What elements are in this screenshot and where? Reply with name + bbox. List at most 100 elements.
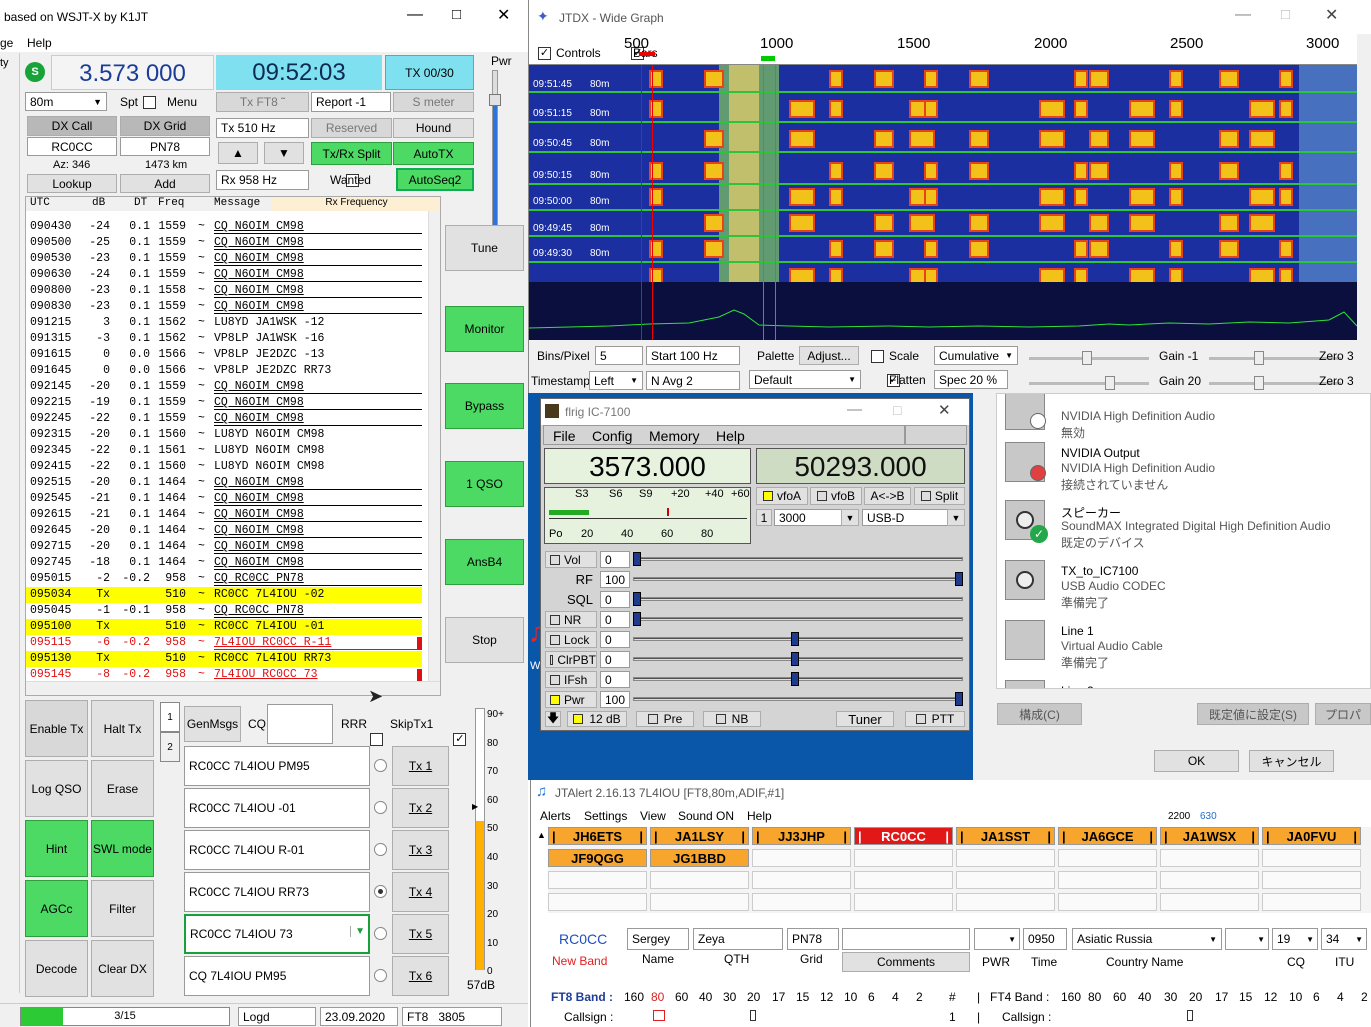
jtalert-menu-help[interactable]: Help [747, 809, 772, 823]
tx-radio-4[interactable] [374, 885, 387, 898]
decode-row[interactable]: 095130 Tx 510 ~ RC0CC 7L4IOU RR73 [26, 651, 422, 667]
country-select[interactable]: Asiatic Russia ▼ [1072, 928, 1222, 950]
decode-row[interactable]: 092145 -20 0.1 1559 ~ CQ N6OIM CM98 [26, 379, 422, 395]
agc-button[interactable]: AGCc [25, 880, 88, 937]
pre-button[interactable]: Pre [636, 711, 694, 727]
itu-zone-select[interactable]: 34 ▼ [1321, 928, 1367, 950]
tx-button-5[interactable]: Tx 5 [392, 914, 449, 954]
slider-thumb[interactable] [633, 592, 641, 606]
autoseq-button[interactable]: AutoSeq2 [396, 168, 474, 191]
configure-button[interactable]: 構成(C) [997, 703, 1082, 725]
minimize-icon[interactable]: — [407, 6, 423, 24]
tx-counter-button[interactable]: TX 00/30 [385, 55, 474, 90]
properties-button[interactable]: プロパ [1315, 703, 1371, 725]
adjust-button[interactable]: Adjust... [799, 346, 859, 365]
gain1-thumb[interactable] [1082, 351, 1092, 365]
device-row[interactable]: NVIDIA Output NVIDIA High Definition Audi… [997, 438, 1370, 497]
side-button-1-qso[interactable]: 1 QSO [445, 461, 524, 507]
tx-button-3[interactable]: Tx 3 [392, 830, 449, 870]
tx-button-6[interactable]: Tx 6 [392, 956, 449, 996]
slider-track[interactable] [633, 697, 963, 701]
slider-thumb[interactable] [633, 612, 641, 626]
navg-spinbox[interactable]: N Avg 2 [646, 371, 740, 390]
decode-button[interactable]: Decode [25, 940, 88, 997]
state-select[interactable]: ▼ [1225, 928, 1269, 950]
slider-thumb[interactable] [955, 572, 963, 586]
bins-spinbox[interactable]: 5 [595, 346, 643, 365]
bandwidth-dropdown[interactable]: ▼ [841, 509, 859, 526]
maximize-icon[interactable]: □ [452, 6, 461, 23]
decode-row[interactable]: 092315 -20 0.1 1560 ~ LU8YD N6OIM CM98 [26, 427, 422, 443]
frequency-scale[interactable]: ✓ Controls ✓ Bars 5001000150020002500300… [529, 34, 1357, 65]
slider-nr-button[interactable]: NR [545, 611, 597, 628]
decode-row[interactable]: 095100 Tx 510 ~ RC0CC 7L4IOU -01 [26, 619, 422, 635]
decode-row[interactable]: 092545 -21 0.1 1464 ~ CQ N6OIM CM98 [26, 491, 422, 507]
arrow-down-button[interactable]: 🡇 [545, 711, 561, 727]
dx-grid-field[interactable]: PN78 [120, 137, 210, 156]
jtalert-menu-view[interactable]: View [640, 809, 666, 823]
scroll-up-icon[interactable]: ▲ [537, 830, 546, 840]
tx-button-1[interactable]: Tx 1 [392, 746, 449, 786]
hint-button[interactable]: Hint [25, 820, 88, 877]
tab-2[interactable]: 2 [160, 732, 180, 762]
smeter-button[interactable]: S meter [393, 92, 474, 112]
alert-callsign-cell[interactable]: | JA6GCE | [1058, 827, 1157, 845]
name-field[interactable]: Sergey [627, 928, 689, 950]
power-slider-thumb[interactable] [489, 94, 501, 106]
palette-select[interactable]: Default ▼ [749, 370, 861, 389]
flrig-menu-help[interactable]: Help [716, 428, 745, 444]
grid-field[interactable]: PN78 [787, 928, 839, 950]
alert-callsign-cell[interactable]: | JA1SST | [956, 827, 1055, 845]
tx-hz-spinbox[interactable]: Tx 510 Hz [216, 118, 309, 138]
wide-close-icon[interactable]: ✕ [1325, 5, 1338, 25]
autotx-button[interactable]: AutoTX [393, 142, 474, 165]
tx-radio-5[interactable] [374, 927, 387, 940]
tx-radio-3[interactable] [374, 843, 387, 856]
tx-message-field-5[interactable]: RC0CC 7L4IOU 73 ▼ [184, 914, 370, 954]
wide-maximize-icon[interactable]: □ [1281, 6, 1290, 23]
gain2-slider[interactable] [1029, 382, 1149, 385]
flrig-menu-memory[interactable]: Memory [649, 428, 700, 444]
band-select[interactable]: 80m ▼ [25, 92, 107, 111]
menu-item-language[interactable]: ge [0, 36, 13, 50]
alert-callsign-cell[interactable]: | JA1WSX | [1160, 827, 1259, 845]
tx-button-4[interactable]: Tx 4 [392, 872, 449, 912]
decode-row[interactable]: 092345 -22 0.1 1561 ~ LU8YD N6OIM CM98 [26, 443, 422, 459]
decode-row[interactable]: 092245 -22 0.1 1559 ~ CQ N6OIM CM98 [26, 411, 422, 427]
ptt-button[interactable]: PTT [905, 711, 965, 727]
side-button-tune[interactable]: Tune [445, 225, 524, 271]
decode-list[interactable]: UTC dB DT Freq Message Rx Frequency 0904… [25, 196, 441, 696]
decode-row[interactable]: 092645 -20 0.1 1464 ~ CQ N6OIM CM98 [26, 523, 422, 539]
report-spinbox[interactable]: Report -1 [311, 92, 391, 112]
bandwidth-index[interactable]: 1 [756, 509, 772, 526]
start-spinbox[interactable]: Start 100 Hz [646, 346, 740, 365]
hound-button[interactable]: Hound [393, 118, 474, 138]
flrig-maximize-icon[interactable]: □ [893, 402, 901, 418]
decode-row[interactable]: 090500 -25 0.1 1559 ~ CQ N6OIM CM98 [26, 235, 422, 251]
vfo-b-button[interactable]: vfoB [810, 487, 862, 505]
alert-callsign-cell[interactable]: | JH6ETS | [548, 827, 647, 845]
device-list[interactable]: NVIDIA High Definition Audio 無効 NVIDIA Out… [996, 393, 1371, 689]
swl-mode-button[interactable]: SWL mode [91, 820, 154, 877]
alert-callsign-cell[interactable]: | JA1LSY | [650, 827, 749, 845]
waterfall-display[interactable]: 09:51:45 80m 09:51:15 80m 09:50:45 80m 09:50:1… [529, 65, 1357, 282]
flrig-menu-file[interactable]: File [553, 428, 576, 444]
slider-thumb[interactable] [955, 692, 963, 706]
tx-button-2[interactable]: Tx 2 [392, 788, 449, 828]
comments-button[interactable]: Comments [842, 952, 970, 972]
decode-row[interactable]: 092215 -19 0.1 1559 ~ CQ N6OIM CM98 [26, 395, 422, 411]
flrig-close-icon[interactable]: ✕ [938, 401, 951, 419]
decode-row[interactable]: 092715 -20 0.1 1464 ~ CQ N6OIM CM98 [26, 539, 422, 555]
lookup-button[interactable]: Lookup [27, 174, 117, 193]
side-button-monitor[interactable]: Monitor [445, 306, 524, 352]
alert-callsign-cell[interactable]: | JA0FVU | [1262, 827, 1361, 845]
spec-spinbox[interactable]: Spec 20 % [934, 370, 1008, 389]
gen-msgs-button[interactable]: GenMsgs [184, 706, 241, 742]
slider-track[interactable] [633, 617, 963, 621]
decode-row[interactable]: 091645 0 0.0 1566 ~ VP8LP JE2DZC RR73 [26, 363, 422, 379]
clear-dx-button[interactable]: Clear DX [91, 940, 154, 997]
tx-radio-2[interactable] [374, 801, 387, 814]
decode-row[interactable]: 090430 -24 0.1 1559 ~ CQ N6OIM CM98 [26, 219, 422, 235]
spot-checkbox[interactable] [143, 96, 156, 110]
dx-call-button[interactable]: DX Call [27, 116, 117, 136]
